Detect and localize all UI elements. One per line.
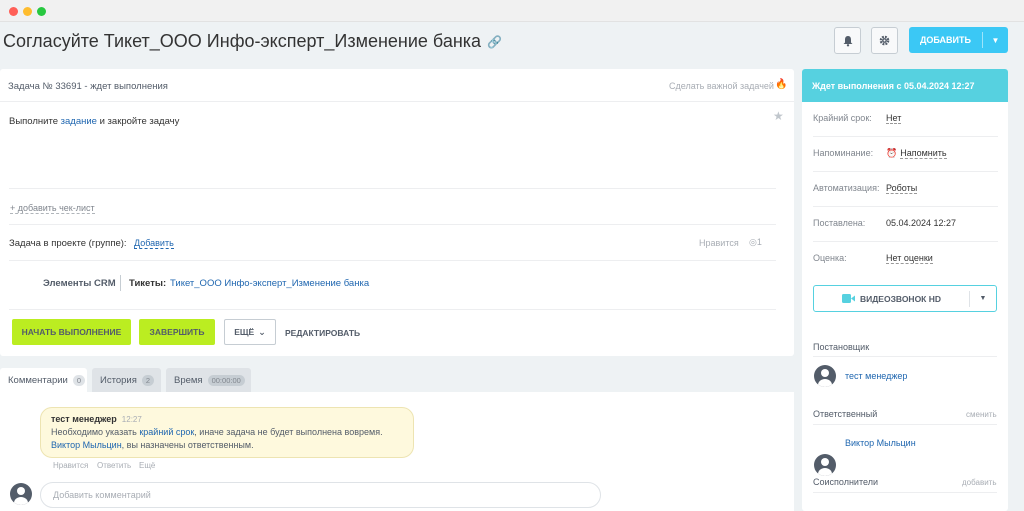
tab-time[interactable]: Время 00:00:00 xyxy=(166,368,251,392)
change-responsible-link[interactable]: сменить xyxy=(966,410,997,419)
start-task-button[interactable]: НАЧАТЬ ВЫПОЛНЕНИЕ xyxy=(12,319,131,345)
deadline-value[interactable]: Нет xyxy=(886,113,902,124)
project-label: Задача в проекте (группе): xyxy=(9,238,127,249)
divider xyxy=(9,224,776,225)
task-sidebar: Ждет выполнения с 05.04.2024 12:27 Крайн… xyxy=(802,69,1008,511)
task-header: Задача № 33691 - ждет выполнения Сделать… xyxy=(0,69,794,102)
comment-reply-link[interactable]: Ответить xyxy=(97,461,131,470)
chevron-down-icon: ⌄ xyxy=(258,326,266,337)
more-button[interactable]: ЕЩЁ ⌄ xyxy=(224,319,276,345)
created-value: 05.04.2024 12:27 xyxy=(886,218,957,228)
responsible-name-link[interactable]: Виктор Мыльцин xyxy=(845,438,916,448)
alarm-icon: ⏰ xyxy=(886,148,898,158)
creator-name-link[interactable]: тест менеджер xyxy=(845,371,907,381)
responsible-title: Ответственный xyxy=(813,409,878,419)
divider xyxy=(9,260,776,261)
settings-button[interactable] xyxy=(871,27,898,54)
maximize-window-icon[interactable] xyxy=(37,7,46,16)
tab-history[interactable]: История 2 xyxy=(92,368,161,392)
edit-task-button[interactable]: РЕДАКТИРОВАТЬ xyxy=(285,328,360,338)
reminder-row: Напоминание: ⏰ Напомнить xyxy=(813,137,998,172)
star-icon[interactable]: ★ xyxy=(773,109,784,123)
crm-label: Элементы CRM xyxy=(43,278,116,289)
chevron-down-icon[interactable]: ▼ xyxy=(970,295,996,302)
add-button[interactable]: ДОБАВИТЬ ▼ xyxy=(909,27,1008,53)
divider xyxy=(9,188,776,189)
comment-input[interactable]: Добавить комментарий xyxy=(40,482,601,508)
responsible-user-link[interactable]: Виктор Мыльцин xyxy=(51,440,122,450)
bell-icon xyxy=(843,35,852,46)
task-desc-link[interactable]: задание xyxy=(61,116,97,127)
task-header-title: Задача № 33691 - ждет выполнения xyxy=(8,81,168,92)
comment-like-link[interactable]: Нравится xyxy=(53,461,88,470)
created-row: Поставлена: 05.04.2024 12:27 xyxy=(813,207,998,242)
video-camera-icon xyxy=(841,294,855,303)
avatar xyxy=(814,454,836,476)
automation-row: Автоматизация: Роботы xyxy=(813,172,998,207)
coexecutors-title: Соисполнители xyxy=(813,477,878,487)
task-card: Задача № 33691 - ждет выполнения Сделать… xyxy=(0,69,794,356)
eye-icon: ◎ xyxy=(749,237,757,247)
chevron-down-icon[interactable]: ▼ xyxy=(983,36,1008,45)
status-header: Ждет выполнения с 05.04.2024 12:27 xyxy=(802,69,1008,102)
task-description: Выполните задание и закройте задачу xyxy=(9,116,180,127)
window-titlebar xyxy=(0,0,1024,22)
tab-comments[interactable]: Комментарии 0 xyxy=(0,368,87,392)
minimize-window-icon[interactable] xyxy=(23,7,32,16)
add-checklist-link[interactable]: + добавить чек-лист xyxy=(10,203,95,214)
reminder-value[interactable]: ⏰ Напомнить xyxy=(886,148,947,159)
close-window-icon[interactable] xyxy=(9,7,18,16)
avatar xyxy=(814,365,836,387)
project-add-link[interactable]: Добавить xyxy=(134,238,174,249)
views-counter: ◎1 xyxy=(749,237,762,247)
make-important-link[interactable]: Сделать важной задачей xyxy=(669,81,774,91)
rating-value[interactable]: Нет оценки xyxy=(886,253,933,264)
comment-time: 12:27 xyxy=(121,415,142,424)
avatar xyxy=(10,483,32,505)
deadline-row: Крайний срок: Нет xyxy=(813,102,998,137)
comment-more-link[interactable]: Ещё xyxy=(139,461,155,470)
comment-author[interactable]: тест менеджер xyxy=(51,414,117,424)
automation-value[interactable]: Роботы xyxy=(886,183,918,194)
crm-type: Тикеты: xyxy=(129,278,167,289)
flame-icon[interactable]: 🔥 xyxy=(775,79,787,90)
notifications-button[interactable] xyxy=(834,27,861,54)
add-coexecutor-link[interactable]: добавить xyxy=(962,478,997,487)
like-link[interactable]: Нравится xyxy=(699,238,739,248)
crm-ticket-link[interactable]: Тикет_ООО Инфо-эксперт_Изменение банка xyxy=(170,278,369,289)
copy-link-icon[interactable]: 🔗 xyxy=(487,35,502,49)
video-call-button[interactable]: ВИДЕОЗВОНОК HD ▼ xyxy=(813,285,997,312)
divider xyxy=(9,309,776,310)
deadline-link[interactable]: крайний срок xyxy=(139,427,194,437)
gear-icon xyxy=(879,35,890,46)
page-title: Согласуйте Тикет_ООО Инфо-эксперт_Измене… xyxy=(3,31,503,51)
creator-title: Постановщик xyxy=(813,342,870,352)
finish-task-button[interactable]: ЗАВЕРШИТЬ xyxy=(139,319,215,345)
rating-row: Оценка: Нет оценки xyxy=(813,253,933,264)
comment-bubble: тест менеджер 12:27 Необходимо указать кр… xyxy=(40,407,414,458)
